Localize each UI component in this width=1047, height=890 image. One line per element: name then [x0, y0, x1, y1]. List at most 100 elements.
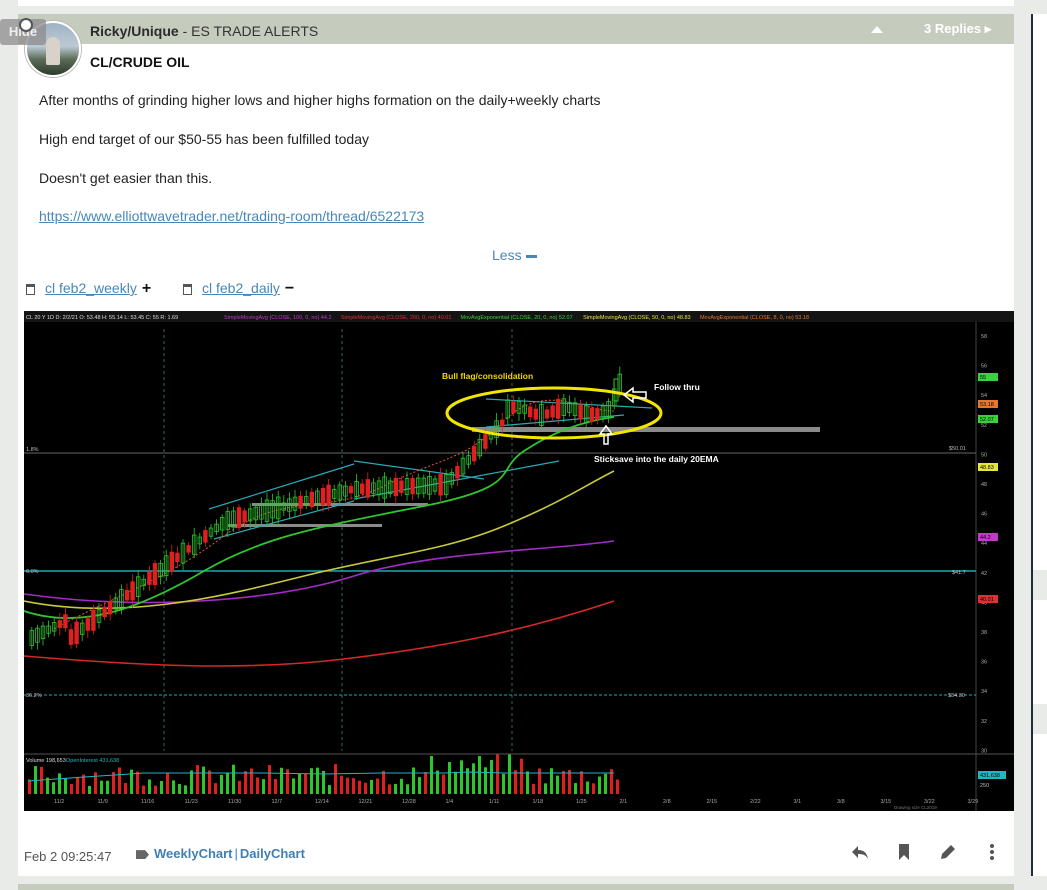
fib-label-b: 0.0%	[26, 569, 39, 575]
more-options-icon[interactable]	[982, 842, 1002, 862]
candle	[348, 486, 354, 494]
x-tick-label: 11/16	[141, 799, 154, 805]
volume-bar	[574, 783, 577, 794]
y-tick-label: 46	[981, 512, 987, 518]
volume-bar	[184, 785, 187, 794]
volume-bar	[232, 764, 235, 794]
indicator-label: MovAvgExponential (CLOSE, 20, 0, no) 52.…	[461, 315, 573, 321]
candle	[124, 589, 130, 601]
volume-bar	[268, 765, 271, 794]
candle	[326, 484, 331, 506]
candle	[511, 401, 516, 414]
volume-bar	[250, 768, 253, 794]
volume-bar	[520, 758, 523, 794]
volume-bar	[94, 772, 97, 794]
volume-bar	[388, 784, 391, 794]
y-tick-label: 54	[981, 393, 987, 399]
annotation-sticksave: Sticksave into the daily 20EMA	[594, 454, 719, 464]
y-tick-label: 52	[981, 423, 987, 429]
x-tick-label: 12/7	[272, 799, 283, 805]
volume-bar	[580, 771, 583, 794]
volume-bar	[334, 764, 337, 794]
y-tick-label: 34	[981, 689, 987, 695]
x-tick-label: 1/25	[576, 799, 587, 805]
volume-bar	[274, 779, 277, 794]
x-tick-label: 2/22	[750, 799, 761, 805]
candle	[556, 398, 561, 419]
candle	[578, 404, 583, 420]
price-tag: 44.2	[980, 535, 991, 541]
tag-weekly-chart[interactable]: WeeklyChart	[154, 846, 233, 861]
volume-bar	[130, 769, 133, 794]
indicator-label: SimpleMovingAvg (CLOSE, 200, 0, no) 40.0…	[341, 315, 452, 321]
tag-icon	[136, 850, 149, 860]
volume-bar	[556, 775, 559, 794]
y-tick-label: 30	[981, 748, 987, 754]
volume-bar	[412, 767, 415, 794]
volume-bar	[70, 783, 73, 794]
candle	[438, 473, 443, 496]
tag-daily-chart[interactable]: DailyChart	[240, 846, 305, 861]
y-tick-label: 32	[981, 719, 987, 725]
volume-bar	[142, 785, 145, 794]
attachment-daily: cl feb2_daily −	[183, 280, 294, 298]
post-timestamp: Feb 2 09:25:47	[24, 849, 112, 864]
volume-bar	[220, 774, 223, 794]
replies-button[interactable]: 3 Replies ▸	[924, 21, 991, 37]
less-label: Less	[492, 247, 522, 263]
x-tick-label: 1/4	[446, 799, 454, 805]
x-tick-label: 3/29	[968, 799, 979, 805]
reply-icon[interactable]	[850, 842, 870, 862]
post-paragraph-2: High end target of our $50-55 has been f…	[39, 131, 370, 147]
author-name[interactable]: Ricky/Unique	[90, 23, 179, 39]
volume-bar	[550, 768, 553, 794]
candle	[91, 609, 96, 631]
less-button[interactable]: Less	[492, 247, 537, 263]
candle	[595, 408, 600, 420]
trash-icon[interactable]	[26, 283, 35, 295]
y-tick-label: 56	[981, 364, 987, 370]
collapse-caret-icon[interactable]	[871, 26, 883, 33]
candle	[533, 408, 538, 420]
volume-bar	[196, 765, 199, 794]
fib-label-c: 36.2%	[26, 693, 42, 699]
chart-image[interactable]: CL 20 Y 1D D: 2/2/21 O: 53.48 H: 55.14 L…	[24, 311, 1014, 811]
x-tick-label: 12/14	[315, 799, 329, 805]
candle	[85, 618, 90, 631]
next-post-header	[18, 884, 1014, 890]
room-name: - ES TRADE ALERTS	[178, 23, 319, 39]
volume-bar	[358, 780, 361, 794]
volume-bar	[76, 777, 79, 794]
right-panel-strip	[1031, 14, 1047, 876]
volume-bar	[88, 785, 91, 794]
attachment-daily-link[interactable]: cl feb2_daily	[202, 280, 280, 296]
chart-watermark: Drawing size CL2019	[894, 805, 937, 810]
bookmark-icon[interactable]	[894, 842, 914, 862]
volume-bar	[280, 767, 283, 794]
volume-bar	[316, 767, 319, 794]
candle	[68, 629, 74, 645]
volume-bar	[190, 770, 193, 794]
volume-bar	[586, 781, 589, 794]
x-tick-label: 11/2	[54, 799, 64, 805]
volume-bar	[244, 771, 247, 794]
annotation-bull-flag: Bull flag/consolidation	[442, 371, 533, 381]
edit-pencil-icon[interactable]	[938, 842, 958, 862]
hide-button[interactable]: Hide	[0, 18, 46, 45]
candle	[399, 480, 404, 493]
thread-link[interactable]: https://www.elliottwavetrader.net/tradin…	[39, 208, 424, 224]
candle	[74, 621, 79, 645]
y-tick-label: 38	[981, 630, 987, 636]
volume-bar	[28, 779, 31, 794]
volume-bar	[424, 772, 427, 794]
volume-header: Volume 198,653	[26, 758, 66, 764]
expand-icon[interactable]: +	[142, 280, 151, 297]
volume-bar	[58, 773, 61, 794]
collapse-icon[interactable]: −	[285, 280, 294, 297]
volume-bar	[562, 771, 565, 794]
volume-bar	[256, 777, 259, 794]
attachment-weekly-link[interactable]: cl feb2_weekly	[45, 280, 137, 296]
trash-icon[interactable]	[183, 283, 192, 295]
volume-bar	[124, 783, 127, 794]
previous-post-edge	[18, 0, 1014, 6]
